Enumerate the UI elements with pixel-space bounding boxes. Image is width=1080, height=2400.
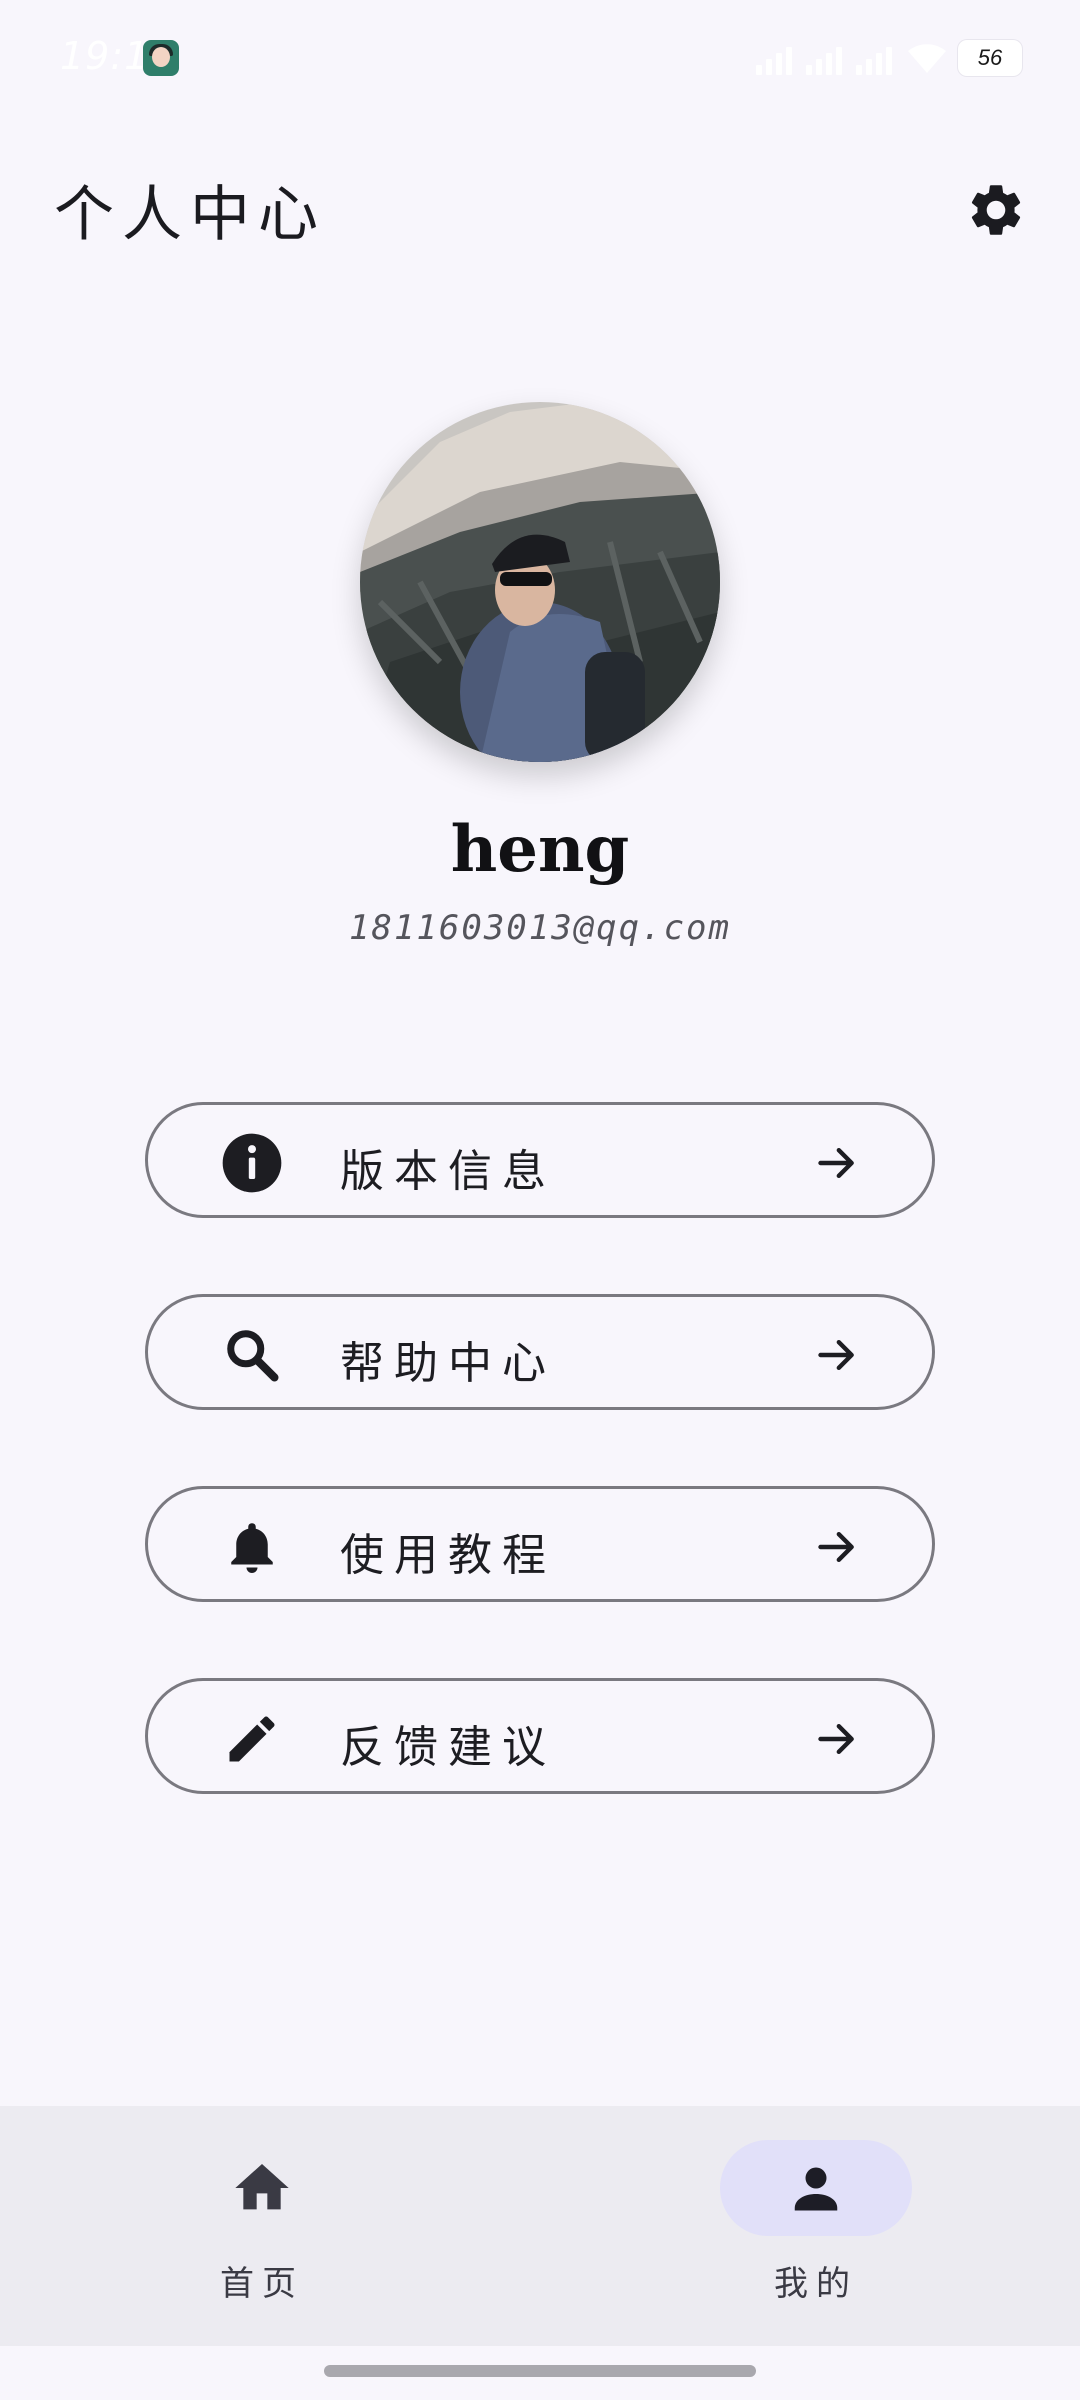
pencil-icon — [220, 1707, 284, 1771]
wifi-icon — [908, 44, 946, 73]
avatar[interactable] — [360, 402, 720, 762]
nav-icon-container — [166, 2140, 358, 2236]
settings-button[interactable] — [956, 170, 1036, 250]
help-center-button[interactable]: 帮助中心 — [145, 1294, 935, 1410]
signal-icon — [806, 41, 846, 75]
menu-label: 版本信息 — [340, 1146, 556, 1197]
arrow-right-icon — [818, 1339, 854, 1371]
arrow-right-icon — [818, 1147, 854, 1179]
user-email: 1811603013@qq.com — [349, 908, 731, 948]
bell-icon — [220, 1515, 284, 1579]
nav-label-profile: 我的 — [774, 2264, 858, 2304]
status-indicators: 56 — [756, 36, 1022, 80]
gear-icon — [971, 185, 1021, 235]
signal-icon — [756, 41, 796, 75]
menu-label: 帮助中心 — [340, 1338, 556, 1389]
nav-icon-container — [720, 2140, 912, 2236]
feedback-button[interactable]: 反馈建议 — [145, 1678, 935, 1794]
home-indicator[interactable] — [324, 2365, 756, 2377]
username: heng — [450, 812, 630, 887]
arrow-right-icon — [818, 1723, 854, 1755]
avatar-photo — [360, 402, 720, 762]
nav-label-home: 首页 — [220, 2264, 304, 2304]
menu-label: 反馈建议 — [340, 1722, 556, 1773]
home-icon — [235, 2164, 289, 2210]
menu-label: 使用教程 — [340, 1530, 556, 1581]
nav-item-profile[interactable]: 我的 — [716, 2140, 916, 2320]
version-info-button[interactable]: 版本信息 — [145, 1102, 935, 1218]
person-icon — [794, 2167, 838, 2211]
page-title: 个人中心 — [54, 180, 326, 250]
search-icon — [220, 1323, 284, 1387]
status-bar: 19:16 56 — [0, 0, 1080, 120]
arrow-right-icon — [818, 1531, 854, 1563]
battery-indicator: 56 — [958, 40, 1022, 76]
info-icon — [220, 1131, 284, 1195]
nav-item-home[interactable]: 首页 — [162, 2140, 362, 2320]
bottom-navigation: 首页 我的 — [0, 2106, 1080, 2346]
signal-icon — [856, 41, 896, 75]
tutorial-button[interactable]: 使用教程 — [145, 1486, 935, 1602]
app-notification-icon — [143, 40, 179, 76]
